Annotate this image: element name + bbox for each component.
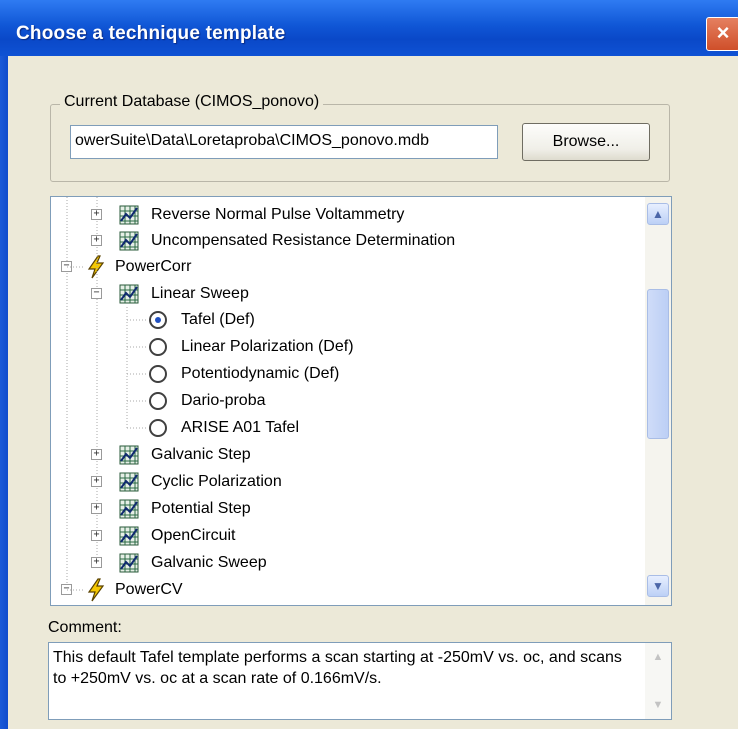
- tree-scrollbar[interactable]: ▲ ▼: [645, 197, 671, 605]
- window-frame-left: [0, 56, 8, 729]
- expand-icon[interactable]: +: [91, 235, 102, 246]
- tree-item-label: Potentiodynamic (Def): [181, 365, 340, 382]
- collapse-icon[interactable]: −: [61, 584, 72, 595]
- tree-item-label: ARISE A01 Tafel: [181, 419, 299, 436]
- database-group-label: Current Database (CIMOS_ponovo): [60, 93, 324, 111]
- scroll-thumb[interactable]: [647, 289, 669, 439]
- radio-icon[interactable]: [149, 392, 167, 410]
- technique-grid-icon: [119, 284, 139, 304]
- technique-grid-icon: [119, 472, 139, 492]
- comment-scroll-up-button[interactable]: ▲: [648, 647, 668, 667]
- tree-item-label: Galvanic Step: [151, 446, 251, 463]
- tree-item-label: Reverse Normal Pulse Voltammetry: [151, 206, 405, 223]
- tree-item-label: PowerCorr: [115, 258, 192, 275]
- tree-item-label: Potential Step: [151, 500, 251, 517]
- expand-icon[interactable]: +: [91, 503, 102, 514]
- tree-item-label: Uncompensated Resistance Determination: [151, 232, 456, 249]
- database-path-field[interactable]: owerSuite\Data\Loretaproba\CIMOS_ponovo.…: [70, 125, 498, 159]
- tree-item-label: Cyclic Polarization: [151, 473, 282, 490]
- tree-item-label: Linear Polarization (Def): [181, 338, 354, 355]
- window-title: Choose a technique template: [16, 23, 286, 44]
- technique-grid-icon: [119, 445, 139, 465]
- radio-icon[interactable]: [149, 365, 167, 383]
- technique-grid-icon: [119, 231, 139, 251]
- comment-text: This default Tafel template performs a s…: [53, 649, 622, 687]
- collapse-icon[interactable]: −: [61, 261, 72, 272]
- expand-icon[interactable]: +: [91, 557, 102, 568]
- browse-button[interactable]: Browse...: [522, 123, 650, 161]
- expand-icon[interactable]: +: [91, 530, 102, 541]
- technique-grid-icon: [119, 205, 139, 225]
- technique-tree[interactable]: + Reverse Normal Pulse Voltammetry + Unc…: [50, 196, 672, 606]
- tree-item-label: Dario-proba: [181, 392, 266, 409]
- expand-icon[interactable]: +: [91, 476, 102, 487]
- tree-item-label: Tafel (Def): [181, 311, 255, 328]
- radio-icon[interactable]: [149, 338, 167, 356]
- expand-icon[interactable]: +: [91, 449, 102, 460]
- comment-textarea[interactable]: This default Tafel template performs a s…: [48, 642, 672, 720]
- comment-scroll-down-button[interactable]: ▼: [648, 695, 668, 715]
- tree-item-label: PowerCV: [115, 581, 183, 598]
- close-button[interactable]: ×: [706, 17, 738, 51]
- comment-label: Comment:: [48, 619, 122, 636]
- scroll-up-button[interactable]: ▲: [647, 203, 669, 225]
- title-bar[interactable]: Choose a technique template: [0, 0, 738, 56]
- lightning-bolt-icon: [87, 255, 105, 279]
- collapse-icon[interactable]: −: [91, 288, 102, 299]
- scroll-down-button[interactable]: ▼: [647, 575, 669, 597]
- lightning-bolt-icon: [87, 578, 105, 602]
- expand-icon[interactable]: +: [91, 209, 102, 220]
- technique-grid-icon: [119, 499, 139, 519]
- radio-icon[interactable]: [149, 419, 167, 437]
- technique-grid-icon: [119, 526, 139, 546]
- tree-item-label: OpenCircuit: [151, 527, 236, 544]
- tree-item-label: Linear Sweep: [151, 285, 249, 302]
- comment-scrollbar[interactable]: ▲ ▼: [645, 643, 671, 719]
- technique-grid-icon: [119, 553, 139, 573]
- tree-item-label: Galvanic Sweep: [151, 554, 267, 571]
- selected-radio-icon[interactable]: [149, 311, 167, 329]
